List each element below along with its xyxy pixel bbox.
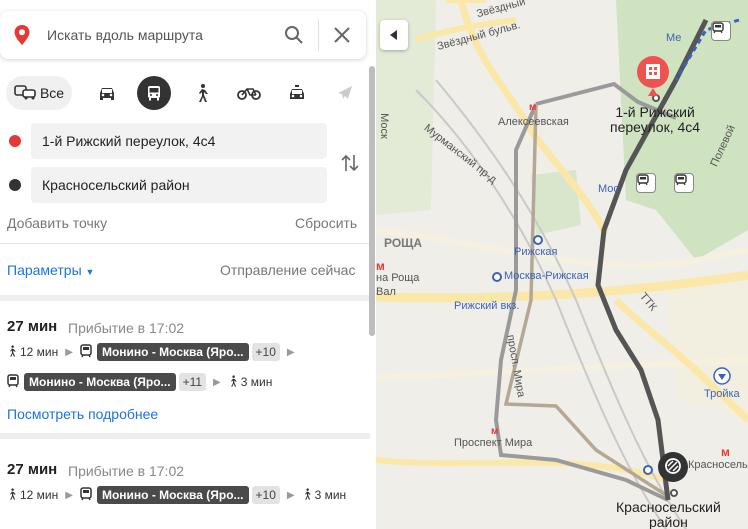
layers-icon	[664, 457, 682, 478]
transport-mode-tabs: Все	[6, 76, 366, 110]
map-label: Ме	[666, 32, 682, 44]
map-label: Мос	[598, 183, 619, 195]
divider	[0, 243, 370, 244]
more-trains-badge: +10	[251, 486, 280, 504]
section-gap	[0, 433, 370, 439]
to-field[interactable]: Красносельский район	[31, 167, 327, 203]
section-gap	[0, 295, 370, 301]
car-icon[interactable]	[90, 76, 124, 110]
train-stop-icon[interactable]	[636, 173, 656, 193]
map-label: Красносельская	[688, 459, 748, 471]
map-label: Тройка	[704, 388, 740, 400]
add-point-button[interactable]: Добавить точку	[7, 215, 107, 231]
route-segments: Монино - Москва (Яро... +11 ▶ 3 мин	[7, 372, 272, 392]
start-point-marker	[9, 135, 21, 147]
chevron-right-icon: ▶	[65, 346, 73, 358]
train-line-badge: Монино - Москва (Яро...	[96, 486, 249, 504]
walk-icon	[228, 374, 238, 391]
route-search-bar: Искать вдоль маршрута	[0, 11, 366, 59]
map-view[interactable]: м м м м Алексеевская Рижская Москва-Рижс…	[376, 0, 748, 529]
from-field-value: 1-й Рижский переулок, 4с4	[42, 133, 216, 149]
departure-time-button[interactable]: Отправление сейчас	[220, 262, 355, 278]
search-input[interactable]: Искать вдоль маршрута	[47, 27, 203, 43]
train-line-badge: Монино - Москва (Яро...	[96, 343, 249, 361]
location-pin-icon	[13, 24, 31, 49]
chevron-right-icon: ▶	[65, 489, 73, 501]
collapse-panel-button[interactable]	[380, 20, 408, 50]
from-field[interactable]: 1-й Рижский переулок, 4с4	[31, 123, 327, 159]
walk-duration: 12 мин	[20, 345, 59, 359]
train-stop-icon[interactable]	[711, 21, 731, 41]
chevron-down-icon: ▼	[85, 267, 95, 277]
chevron-left-icon	[390, 28, 398, 43]
map-label: Вал	[376, 286, 396, 298]
params-label: Параметры	[7, 262, 82, 278]
route-segments: 12 мин ▶ Монино - Москва (Яро... +10 ▶ 3…	[7, 485, 346, 505]
metro-station-marker	[533, 235, 543, 245]
walk-duration: 3 мин	[240, 375, 273, 389]
mode-all-tab[interactable]: Все	[6, 76, 72, 110]
train-icon	[7, 373, 19, 391]
walk-duration: 12 мин	[20, 488, 59, 502]
metro-station-marker	[492, 272, 502, 282]
search-divider	[318, 19, 319, 51]
svg-text:м: м	[491, 426, 498, 437]
svg-text:м: м	[721, 445, 730, 459]
traffic-layer-button[interactable]	[658, 452, 688, 482]
search-icon[interactable]	[284, 25, 304, 48]
walk-icon	[7, 344, 17, 361]
map-label: Алексеевская	[498, 116, 569, 128]
route-arrival: Прибытие в 17:02	[68, 463, 185, 479]
map-label: на Роща	[376, 272, 420, 284]
route-duration: 27 мин	[7, 461, 58, 478]
route-panel: Искать вдоль маршрута Все 1-й Рижский пе…	[0, 0, 376, 529]
bike-icon[interactable]	[232, 76, 266, 110]
map-label: РОЩА	[384, 236, 423, 250]
chevron-right-icon: ▶	[213, 376, 221, 388]
to-field-value: Красносельский район	[42, 177, 190, 193]
plane-icon[interactable]	[328, 76, 362, 110]
svg-text:м: м	[376, 259, 385, 273]
route-end-dot	[670, 489, 678, 497]
route-segments: 12 мин ▶ Монино - Москва (Яро... +10 ▶	[7, 342, 302, 362]
map-label: Рижский вкз.	[454, 300, 520, 312]
map-canvas: м м м м	[376, 0, 748, 529]
reset-button[interactable]: Сбросить	[295, 215, 357, 231]
panel-scrollbar[interactable]	[369, 66, 375, 336]
route-arrival: Прибытие в 17:02	[68, 320, 185, 336]
taxi-icon[interactable]	[280, 76, 314, 110]
walk-icon	[7, 487, 17, 504]
more-trains-badge: +10	[251, 343, 280, 361]
route-option[interactable]: 27 мин Прибытие в 17:02 12 мин ▶ Монино …	[0, 461, 370, 529]
bus-icon[interactable]	[137, 76, 171, 110]
walk-icon[interactable]	[185, 76, 219, 110]
route-duration: 27 мин	[7, 318, 58, 335]
mode-all-label: Все	[39, 85, 65, 101]
train-icon	[80, 486, 92, 504]
map-label: Рижская	[514, 246, 558, 258]
map-label: Москва-Рижская	[504, 270, 589, 282]
walk-duration: 3 мин	[314, 488, 347, 502]
train-line-badge: Монино - Москва (Яро...	[24, 373, 176, 391]
metro-station-marker	[643, 465, 653, 475]
walk-icon	[302, 487, 312, 504]
swap-points-icon[interactable]	[340, 152, 360, 177]
map-label: Проспект Мира	[454, 437, 533, 449]
route-details-link[interactable]: Посмотреть подробнее	[7, 406, 158, 422]
route-option[interactable]: 27 мин Прибытие в 17:02 12 мин ▶ Монино …	[0, 318, 370, 433]
more-trains-badge: +11	[178, 373, 207, 391]
svg-text:м: м	[529, 102, 536, 113]
close-icon[interactable]	[332, 25, 352, 48]
destination-label: Красносельский район	[616, 499, 721, 529]
end-point-marker	[9, 179, 21, 191]
train-stop-icon[interactable]	[674, 173, 694, 193]
chevron-right-icon: ▶	[286, 346, 295, 358]
map-label: Моск	[377, 113, 390, 139]
params-button[interactable]: Параметры ▼	[7, 262, 94, 278]
chevron-right-icon: ▶	[286, 489, 295, 501]
mixed-transport-icon	[14, 83, 36, 104]
origin-label: 1-й Рижский переулок, 4с4	[610, 104, 701, 135]
train-icon	[80, 343, 92, 361]
